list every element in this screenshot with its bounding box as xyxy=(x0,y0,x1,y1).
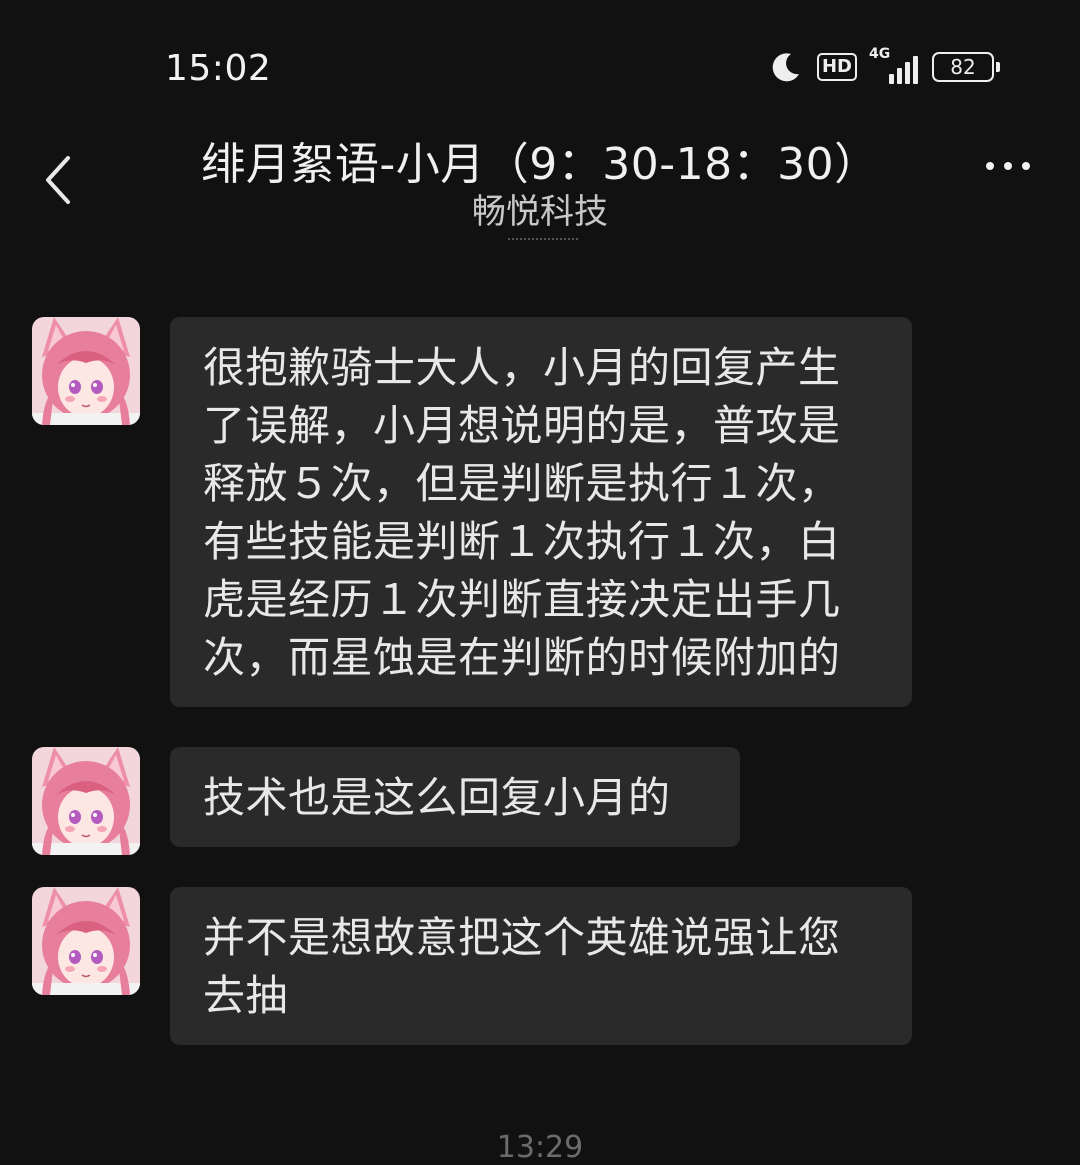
more-dots-icon xyxy=(986,162,994,170)
timestamp: 13:29 xyxy=(496,1130,584,1165)
status-icons: HD 4G 82 xyxy=(769,46,1000,84)
message-row: 技术也是这么回复小月的 xyxy=(32,747,740,855)
moon-icon xyxy=(769,50,803,84)
battery-icon: 82 xyxy=(932,52,1000,82)
message-bubble[interactable]: 并不是想故意把这个英雄说强让您去抽 xyxy=(170,887,912,1045)
message-row: 并不是想故意把这个英雄说强让您去抽 xyxy=(32,887,912,1045)
message-bubble[interactable]: 很抱歉骑士大人，小月的回复产生了误解，小月想说明的是，普攻是释放５次，但是判断是… xyxy=(170,317,912,707)
avatar[interactable] xyxy=(32,887,140,995)
status-bar: 15:02 HD 4G 82 xyxy=(0,0,1080,110)
message-bubble[interactable]: 技术也是这么回复小月的 xyxy=(170,747,740,847)
avatar[interactable] xyxy=(32,317,140,425)
chat-header: 绯月絮语-小月（9：30-18：30） 畅悦科技 xyxy=(0,110,1080,250)
status-time: 15:02 xyxy=(165,48,272,89)
message-row: 很抱歉骑士大人，小月的回复产生了误解，小月想说明的是，普攻是释放５次，但是判断是… xyxy=(32,317,912,707)
message-text: 很抱歉骑士大人，小月的回复产生了误解，小月想说明的是，普攻是释放５次，但是判断是… xyxy=(203,343,841,682)
battery-level: 82 xyxy=(932,52,994,82)
chat-subtitle: 畅悦科技 xyxy=(472,192,608,232)
message-text: 并不是想故意把这个英雄说强让您去抽 xyxy=(203,913,841,1020)
chat-title: 绯月絮语-小月（9：30-18：30） xyxy=(201,139,879,190)
network-type-label: 4G xyxy=(869,46,891,62)
avatar[interactable] xyxy=(32,747,140,855)
more-button[interactable] xyxy=(986,162,1030,170)
signal-icon: 4G xyxy=(869,46,918,84)
message-text: 技术也是这么回复小月的 xyxy=(203,773,671,822)
divider xyxy=(508,238,578,240)
hd-voice-icon: HD xyxy=(816,53,857,81)
